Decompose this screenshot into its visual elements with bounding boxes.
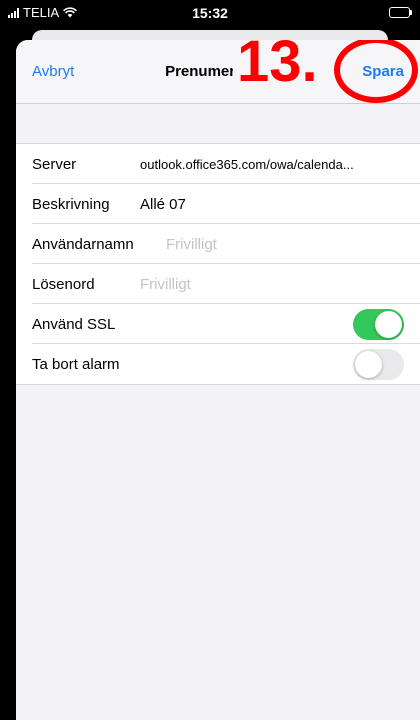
- status-bar: TELIA 15:32: [0, 0, 420, 28]
- status-time: 15:32: [192, 5, 228, 21]
- toggle-knob: [375, 311, 402, 338]
- subscription-sheet: Avbryt Prenumeration Spara 13. Server ou…: [16, 40, 420, 720]
- remove-alarm-row: Ta bort alarm: [16, 344, 420, 384]
- password-label: Lösenord: [32, 275, 95, 293]
- server-row: Server outlook.office365.com/owa/calenda…: [16, 144, 420, 184]
- account-form: Server outlook.office365.com/owa/calenda…: [16, 143, 420, 385]
- ssl-toggle[interactable]: [353, 309, 404, 340]
- server-field[interactable]: outlook.office365.com/owa/calenda...: [140, 157, 402, 172]
- highlight-circle: [334, 40, 418, 103]
- username-field[interactable]: Frivilligt: [166, 236, 217, 253]
- remove-alarm-label: Ta bort alarm: [32, 355, 120, 373]
- ssl-label: Använd SSL: [32, 315, 116, 333]
- navigation-bar: Avbryt Prenumeration Spara 13.: [16, 40, 420, 104]
- username-row: Användarnamn Frivilligt: [16, 224, 420, 264]
- server-label: Server: [32, 155, 77, 173]
- description-row: Beskrivning Allé 07: [16, 184, 420, 224]
- description-field[interactable]: Allé 07: [140, 196, 186, 213]
- password-field[interactable]: Frivilligt: [140, 276, 191, 293]
- toggle-knob: [355, 351, 382, 378]
- step-annotation-label: 13.: [233, 40, 322, 91]
- remove-alarm-toggle[interactable]: [353, 349, 404, 380]
- password-row: Lösenord Frivilligt: [16, 264, 420, 304]
- battery-icon: [389, 7, 412, 18]
- description-label: Beskrivning: [32, 195, 110, 213]
- username-label: Användarnamn: [32, 235, 134, 253]
- ssl-row: Använd SSL: [16, 304, 420, 344]
